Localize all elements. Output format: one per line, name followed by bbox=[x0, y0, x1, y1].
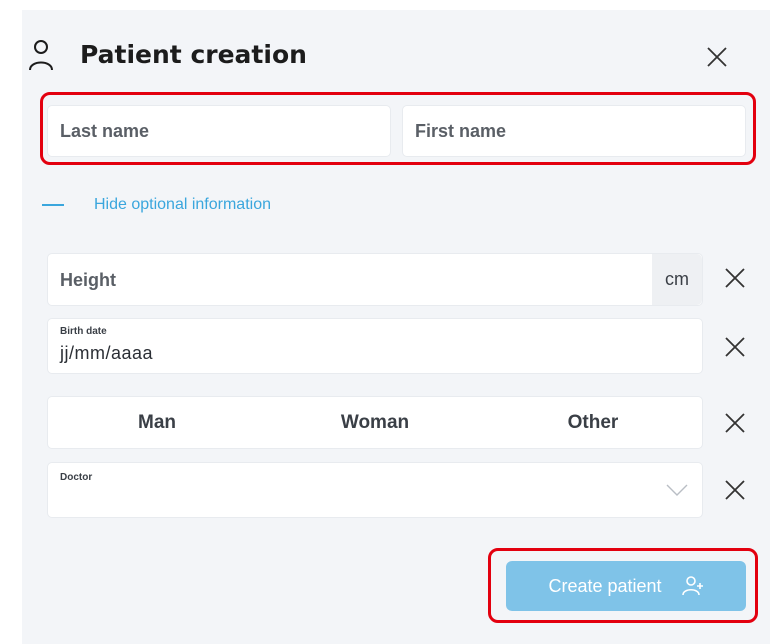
dialog-title: Patient creation bbox=[80, 40, 307, 69]
first-name-placeholder: First name bbox=[415, 121, 507, 141]
birth-date-value: jj/mm/aaaa bbox=[60, 343, 154, 363]
add-user-icon bbox=[681, 575, 704, 597]
close-icon bbox=[725, 480, 745, 500]
first-name-field[interactable]: First name bbox=[402, 105, 746, 157]
close-icon bbox=[725, 337, 745, 357]
close-dialog-button[interactable] bbox=[704, 44, 730, 70]
close-icon bbox=[707, 47, 727, 67]
last-name-field[interactable]: Last name bbox=[47, 105, 391, 157]
last-name-placeholder: Last name bbox=[60, 121, 150, 141]
create-patient-button[interactable]: Create patient bbox=[506, 561, 746, 611]
height-unit: cm bbox=[652, 254, 702, 305]
doctor-select[interactable]: Doctor bbox=[47, 462, 703, 518]
close-icon bbox=[725, 413, 745, 433]
user-icon bbox=[28, 38, 54, 72]
gender-selector: Man Woman Other bbox=[47, 396, 703, 449]
birth-date-label: Birth date bbox=[60, 326, 107, 337]
clear-height-button[interactable] bbox=[722, 265, 748, 291]
height-placeholder: Height bbox=[60, 270, 116, 290]
close-icon bbox=[725, 268, 745, 288]
hide-optional-toggle[interactable]: Hide optional information bbox=[42, 193, 271, 217]
dialog-header: Patient creation bbox=[28, 36, 738, 76]
gender-option-other[interactable]: Other bbox=[484, 397, 702, 448]
height-field[interactable]: Height cm bbox=[47, 253, 703, 306]
chevron-down-icon bbox=[666, 483, 688, 497]
clear-gender-button[interactable] bbox=[722, 410, 748, 436]
gender-option-woman[interactable]: Woman bbox=[266, 397, 484, 448]
gender-option-man[interactable]: Man bbox=[48, 397, 266, 448]
create-patient-label: Create patient bbox=[548, 575, 662, 596]
clear-doctor-button[interactable] bbox=[722, 477, 748, 503]
minus-icon bbox=[42, 204, 64, 206]
doctor-label: Doctor bbox=[60, 472, 93, 483]
clear-birth-date-button[interactable] bbox=[722, 334, 748, 360]
hide-optional-label: Hide optional information bbox=[94, 196, 271, 213]
birth-date-field[interactable]: Birth date jj/mm/aaaa bbox=[47, 318, 703, 374]
